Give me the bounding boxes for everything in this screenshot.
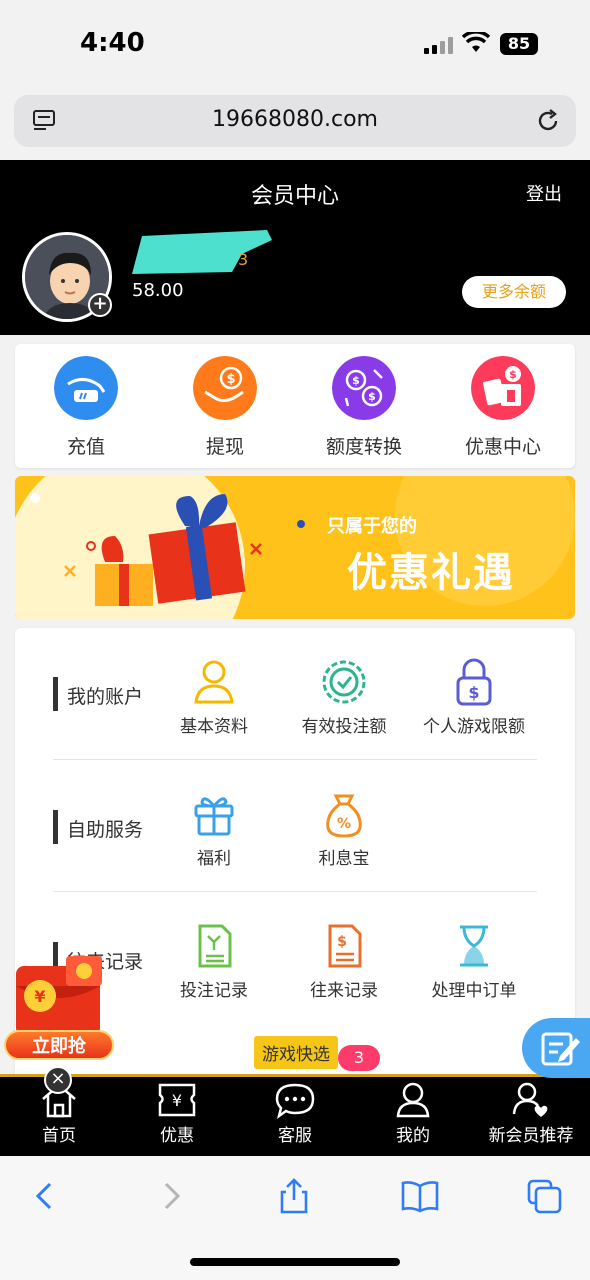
coupon-icon: ¥ xyxy=(158,1083,196,1117)
profile-button[interactable]: 基本资料 xyxy=(149,658,279,737)
logout-button[interactable]: 登出 xyxy=(526,180,562,206)
username-redaction xyxy=(132,230,272,274)
battery-indicator: 85 xyxy=(500,33,538,55)
status-time: 4:40 xyxy=(80,28,145,58)
username-tail: 3 xyxy=(238,250,249,269)
promo-banner[interactable]: 只属于您的 优惠礼遇 xyxy=(15,476,575,619)
svg-text:$: $ xyxy=(352,374,360,387)
reload-icon[interactable] xyxy=(534,107,562,135)
gift-icon xyxy=(194,797,234,836)
share-icon[interactable] xyxy=(274,1176,314,1216)
pending-order-button[interactable]: 处理中订单 xyxy=(409,922,539,1001)
home-indicator xyxy=(190,1258,400,1266)
interest-bag-icon: % xyxy=(326,794,362,838)
pending-order-label: 处理中订单 xyxy=(431,981,517,1001)
more-balance-button[interactable]: 更多余额 xyxy=(462,276,566,308)
welfare-label: 福利 xyxy=(197,849,231,869)
edit-icon xyxy=(541,1032,580,1066)
username: 3 xyxy=(132,228,272,274)
cellular-signal-icon xyxy=(424,36,454,54)
profile-icon xyxy=(194,660,234,704)
banner-title: 优惠礼遇 xyxy=(347,550,515,596)
forward-icon[interactable] xyxy=(152,1176,192,1216)
valid-bet-icon xyxy=(322,660,366,704)
balance-value: 58.00 xyxy=(132,280,184,301)
quick-actions: 充值 $ 提现 $ $ 额度转换 $ 优惠中心 xyxy=(15,344,575,468)
banner-subtitle: 只属于您的 xyxy=(327,516,417,537)
withdraw-label: 提现 xyxy=(205,436,244,458)
bottom-nav: 首页 ¥ 优惠 客服 我的 新会员推荐 xyxy=(0,1074,590,1156)
address-bar[interactable]: 19668080.com xyxy=(14,95,576,147)
transfer-button[interactable]: $ $ 额度转换 xyxy=(309,356,419,459)
back-icon[interactable] xyxy=(24,1176,64,1216)
deposit-button[interactable]: 充值 xyxy=(31,356,141,459)
transaction-record-icon: $ xyxy=(328,924,362,968)
profile-label: 基本资料 xyxy=(180,717,248,737)
wifi-icon xyxy=(462,32,490,52)
nav-support[interactable]: 客服 xyxy=(240,1081,350,1146)
page-title: 会员中心 xyxy=(250,184,339,209)
pending-order-icon xyxy=(460,925,488,967)
valid-bet-label: 有效投注额 xyxy=(301,717,387,737)
svg-text:$: $ xyxy=(226,372,235,387)
nav-referral-label: 新会员推荐 xyxy=(488,1126,574,1146)
game-limit-label: 个人游戏限额 xyxy=(423,717,525,737)
promo-center-label: 优惠中心 xyxy=(464,436,541,458)
game-limit-icon: $ xyxy=(456,658,492,706)
game-limit-button[interactable]: $ 个人游戏限额 xyxy=(409,658,539,737)
svg-text:$: $ xyxy=(468,683,479,702)
transaction-record-button[interactable]: $ 往来记录 xyxy=(279,922,409,1001)
interest-button[interactable]: % 利息宝 xyxy=(279,790,409,869)
valid-bet-button[interactable]: 有效投注额 xyxy=(279,658,409,737)
svg-text:¥: ¥ xyxy=(34,987,45,1006)
welfare-button[interactable]: 福利 xyxy=(149,790,279,869)
nav-support-label: 客服 xyxy=(278,1126,312,1146)
user-icon xyxy=(396,1082,430,1118)
svg-text:$: $ xyxy=(337,934,347,950)
game-shortcut-badge: 3 xyxy=(338,1045,380,1071)
nav-referral[interactable]: 新会员推荐 xyxy=(476,1081,586,1146)
nav-promotions[interactable]: ¥ 优惠 xyxy=(122,1081,232,1146)
svg-text:$: $ xyxy=(509,368,517,381)
section-title-self-service: 自助服务 xyxy=(53,810,143,844)
svg-text:$: $ xyxy=(368,390,376,403)
close-icon[interactable]: × xyxy=(44,1066,72,1094)
transaction-record-label: 往来记录 xyxy=(310,981,378,1001)
transfer-icon: $ $ xyxy=(332,356,396,420)
transfer-label: 额度转换 xyxy=(325,436,402,458)
withdraw-button[interactable]: $ 提现 xyxy=(170,356,280,459)
svg-text:¥: ¥ xyxy=(172,1091,182,1110)
floating-edit-button[interactable] xyxy=(522,1018,590,1078)
chat-icon xyxy=(275,1083,315,1119)
section-divider xyxy=(53,759,537,760)
nav-mine-label: 我的 xyxy=(396,1126,430,1146)
nav-home-label: 首页 xyxy=(42,1126,76,1146)
member-header: 会员中心 登出 + 3 58.00 更多余额 xyxy=(0,160,590,335)
nav-promotions-label: 优惠 xyxy=(160,1126,194,1146)
svg-text:%: % xyxy=(337,816,351,832)
bet-record-icon xyxy=(198,924,232,968)
interest-label: 利息宝 xyxy=(318,849,370,869)
add-avatar-button[interactable]: + xyxy=(88,293,112,317)
tabs-icon[interactable] xyxy=(524,1176,564,1216)
promo-center-icon: $ xyxy=(471,356,535,420)
promo-center-button[interactable]: $ 优惠中心 xyxy=(448,356,558,459)
bet-record-label: 投注记录 xyxy=(180,981,248,1001)
bet-record-button[interactable]: 投注记录 xyxy=(149,922,279,1001)
grab-now-button[interactable]: 立即抢 xyxy=(4,1030,114,1060)
status-bar: 4:40 85 xyxy=(0,0,590,88)
deposit-icon xyxy=(54,356,118,420)
section-title-account: 我的账户 xyxy=(53,677,143,711)
withdraw-icon: $ xyxy=(193,356,257,420)
section-divider xyxy=(53,891,537,892)
game-shortcut-button[interactable]: 游戏快选 xyxy=(254,1036,338,1069)
bookmarks-icon[interactable] xyxy=(400,1176,440,1216)
deposit-label: 充值 xyxy=(66,436,105,458)
url-text[interactable]: 19668080.com xyxy=(14,107,576,132)
referral-icon xyxy=(512,1082,548,1117)
nav-mine[interactable]: 我的 xyxy=(358,1081,468,1146)
